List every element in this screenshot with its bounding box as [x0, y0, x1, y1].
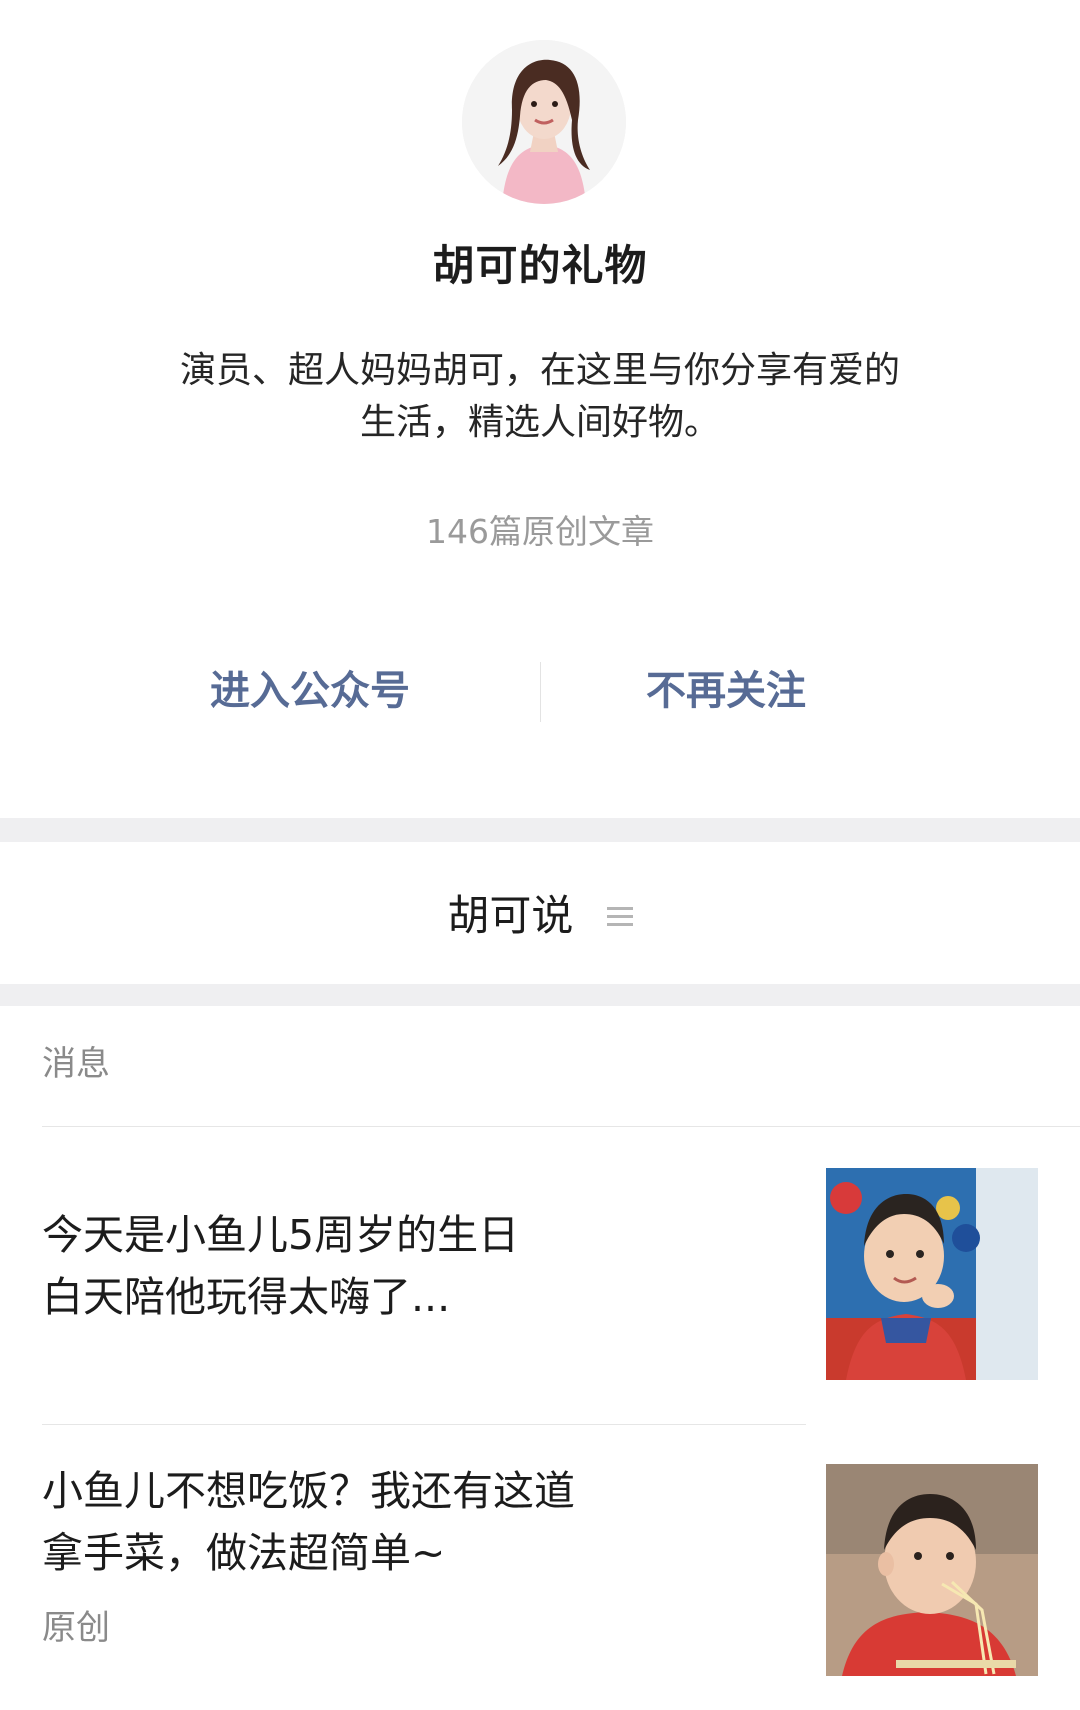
account-profile: 胡可的礼物 演员、超人妈妈胡可，在这里与你分享有爱的 生活，精选人间好物。 14… — [0, 0, 1080, 818]
child-eating-photo-icon — [826, 1464, 1038, 1676]
message-thumbnail[interactable] — [826, 1168, 1038, 1380]
child-photo-icon — [826, 1168, 1038, 1380]
actions-divider — [540, 662, 541, 722]
account-name: 胡可的礼物 — [432, 241, 648, 290]
account-avatar[interactable] — [462, 40, 626, 204]
list-item[interactable]: 小鱼儿不想吃饭？我还有这道 拿手菜，做法超简单~ 原创 — [42, 1424, 1080, 1710]
list-item[interactable]: 今天是小鱼儿5周岁的生日 白天陪他玩得太嗨了... — [42, 1126, 1080, 1424]
account-menu-bar: 胡可说 — [0, 842, 1080, 984]
message-section-label: 消息 — [42, 1044, 110, 1084]
article-count: 146篇原创文章 — [426, 512, 654, 551]
section-separator — [0, 818, 1080, 842]
profile-actions: 进入公众号 不再关注 — [0, 656, 1080, 726]
message-thumbnail[interactable] — [826, 1464, 1038, 1676]
account-bio-text: 演员、超人妈妈胡可，在这里与你分享有爱的 生活，精选人间好物。 — [179, 350, 900, 443]
original-tag: 原创 — [42, 1608, 110, 1648]
unfollow-button[interactable]: 不再关注 — [646, 656, 806, 726]
message-title: 今天是小鱼儿5周岁的生日 白天陪他玩得太嗨了... — [42, 1211, 520, 1321]
menu-lines-icon — [606, 890, 633, 939]
message-title: 小鱼儿不想吃饭？我还有这道 拿手菜，做法超简单~ — [42, 1467, 575, 1577]
menu-item-label: 胡可说 — [447, 891, 574, 940]
section-separator — [0, 984, 1080, 1006]
enter-account-button[interactable]: 进入公众号 — [210, 656, 410, 726]
message-list: 消息 今天是小鱼儿5周岁的生日 白天陪他玩得太嗨了... 小鱼儿不想吃饭？我还有… — [0, 1006, 1080, 1710]
avatar-photo-icon — [462, 40, 626, 204]
menu-item-hukeshuo[interactable]: 胡可说 — [0, 882, 1080, 943]
account-bio: 演员、超人妈妈胡可，在这里与你分享有爱的 生活，精选人间好物。 — [120, 345, 960, 449]
